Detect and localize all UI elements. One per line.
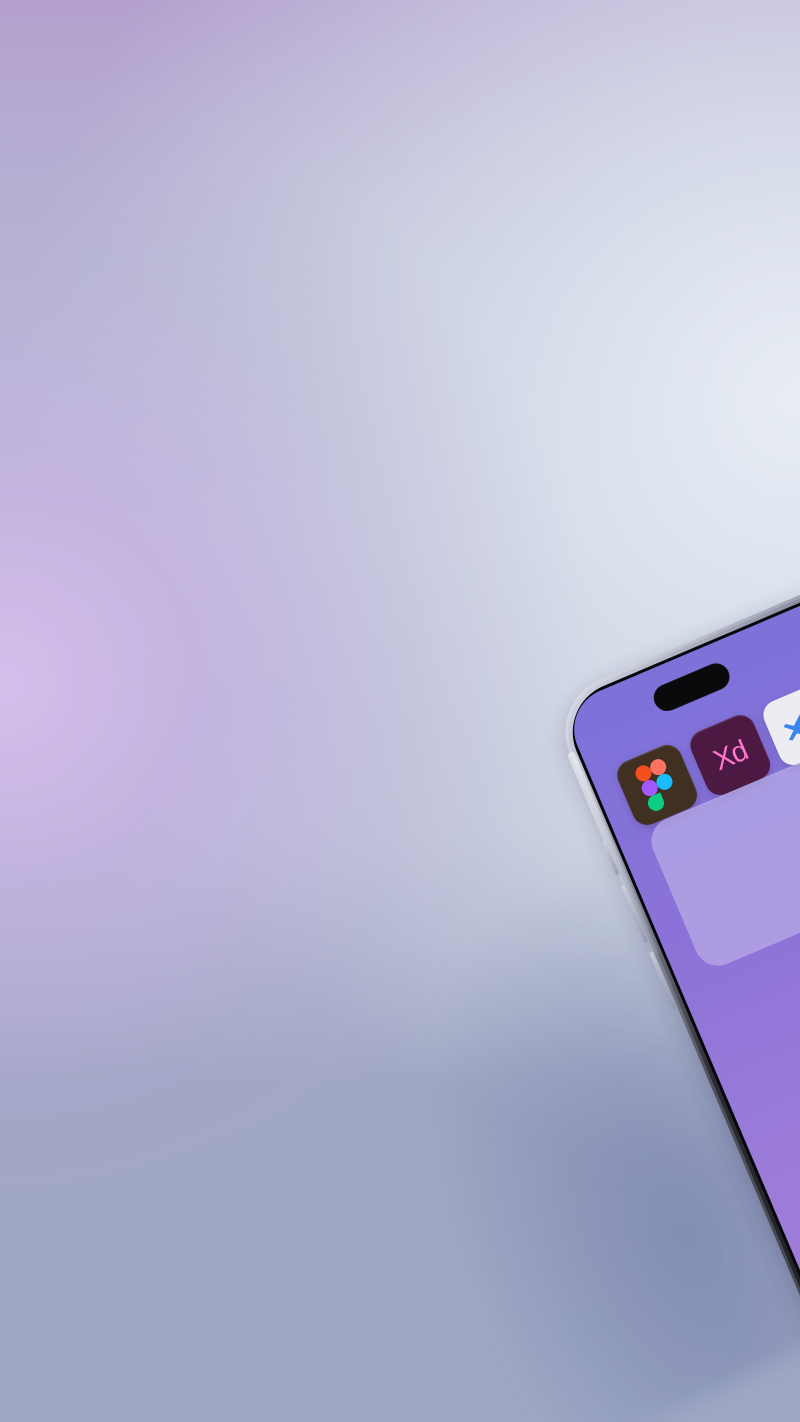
- vscode-icon: [783, 706, 800, 741]
- phone-screen: Xd: [561, 574, 800, 1352]
- phone-frame: Xd: [548, 561, 800, 1365]
- adobe-xd-label: Xd: [708, 734, 753, 777]
- smartphone-mockup: Xd: [548, 561, 800, 1365]
- dynamic-island: [649, 659, 734, 716]
- figma-icon: [635, 759, 673, 811]
- promo-scene: Xd: [0, 0, 800, 1422]
